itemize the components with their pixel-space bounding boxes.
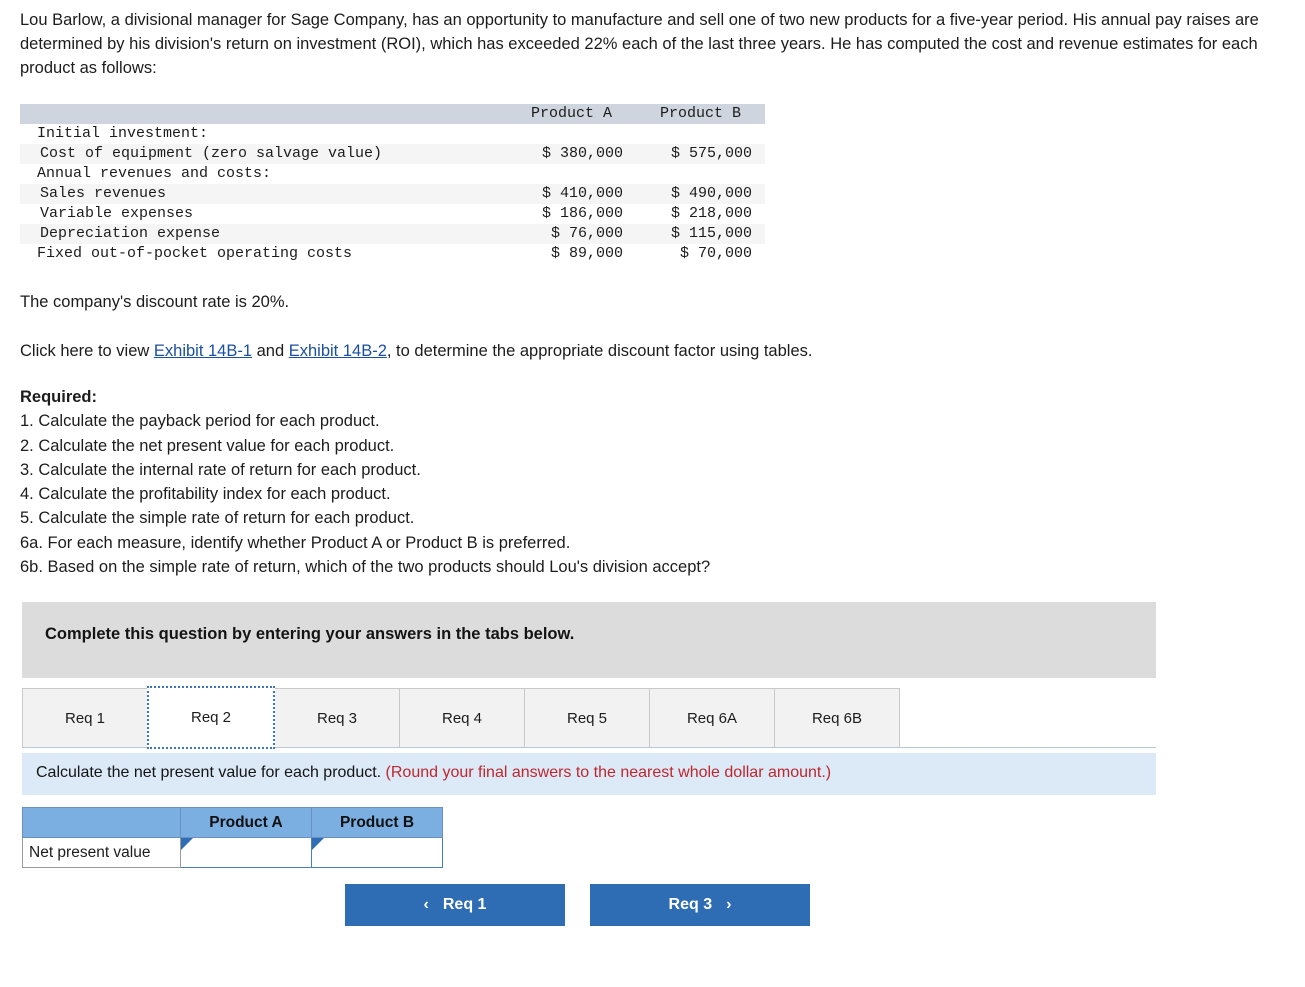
exhibit-reference-line: Click here to view Exhibit 14B-1 and Exh… [20, 339, 812, 363]
cell-marker-triangle-icon [312, 838, 324, 850]
answer-row-label: Net present value [22, 837, 181, 868]
npv-input-product-a[interactable] [180, 837, 312, 868]
tab-req-3[interactable]: Req 3 [274, 688, 400, 747]
answer-table-header-row: Product A Product B [22, 807, 443, 838]
prev-req-label: Req 1 [442, 896, 487, 913]
row-label: Fixed out-of-pocket operating costs [37, 245, 353, 262]
requirement-item-2: 2. Calculate the net present value for e… [20, 436, 395, 455]
table-row: Variable expenses $ 186,000 $ 218,000 [20, 204, 765, 224]
exhibit-14b-2-link[interactable]: Exhibit 14B-2 [289, 342, 387, 360]
row-value-a [507, 164, 636, 184]
tab-req-6a[interactable]: Req 6A [649, 688, 775, 747]
row-label: Variable expenses [40, 205, 194, 222]
row-label: Cost of equipment (zero salvage value) [20, 144, 507, 164]
row-value-b: $ 115,000 [636, 224, 765, 244]
requirement-item-6b: 6b. Based on the simple rate of return, … [20, 558, 711, 577]
required-heading: Required: [20, 388, 98, 406]
next-req-button[interactable]: Req 3 › [590, 884, 810, 926]
row-value-a: $ 410,000 [507, 184, 636, 204]
exhibit-text-middle: and [252, 342, 289, 360]
instruction-rounding-note: (Round your final answers to the nearest… [385, 764, 832, 781]
table-row: Cost of equipment (zero salvage value) $… [20, 144, 765, 164]
table-row: Depreciation expense $ 76,000 $ 115,000 [20, 224, 765, 244]
row-value-b: $ 490,000 [636, 184, 765, 204]
table-row: Initial investment: [20, 124, 765, 144]
row-value-a: $ 186,000 [541, 205, 623, 222]
instruction-bar: Calculate the net present value for each… [22, 753, 1156, 795]
tab-label: Req 4 [441, 709, 483, 727]
table-row: Sales revenues $ 410,000 $ 490,000 [20, 184, 765, 204]
table-row: Net present value [22, 837, 443, 868]
discount-rate-line: The company's discount rate is 20%. [20, 293, 290, 311]
tab-label: Req 3 [316, 709, 358, 727]
table-row: Fixed out-of-pocket operating costs $ 89… [20, 244, 765, 264]
next-req-label: Req 3 [668, 896, 713, 913]
answer-header-product-a: Product A [180, 807, 312, 838]
answer-header-product-b: Product B [311, 807, 443, 838]
exhibit-text-after: , to determine the appropriate discount … [386, 342, 813, 360]
instruction-text: Calculate the net present value for each… [36, 764, 386, 781]
row-value-b: $ 575,000 [636, 144, 765, 164]
tab-label: Req 1 [64, 709, 106, 727]
tab-label: Req 5 [566, 709, 608, 727]
row-value-b [636, 164, 765, 184]
tab-label: Req 6A [686, 709, 738, 727]
complete-question-banner: Complete this question by entering your … [22, 602, 1156, 678]
data-header-blank [20, 104, 507, 124]
requirement-item-3: 3. Calculate the internal rate of return… [20, 460, 421, 479]
requirement-item-5: 5. Calculate the simple rate of return f… [20, 509, 415, 528]
tab-req-5[interactable]: Req 5 [524, 688, 650, 747]
data-header-product-a: Product A [507, 104, 636, 124]
row-value-a: $ 76,000 [507, 224, 636, 244]
npv-input-product-b[interactable] [311, 837, 443, 868]
tab-label: Req 2 [190, 709, 232, 726]
cost-revenue-data-table: Product A Product B Initial investment: … [20, 104, 765, 264]
tab-req-6b[interactable]: Req 6B [774, 688, 900, 747]
row-value-b: $ 218,000 [670, 205, 752, 222]
chevron-right-icon: › [726, 896, 732, 913]
tab-req-1[interactable]: Req 1 [22, 688, 148, 747]
data-table-header-row: Product A Product B [20, 104, 765, 124]
row-value-a: $ 380,000 [507, 144, 636, 164]
row-label: Depreciation expense [20, 224, 507, 244]
tab-label: Req 6B [811, 709, 863, 727]
requirement-tabs: Req 1 Req 2 Req 3 Req 4 Req 5 Req 6A Req… [22, 686, 1156, 749]
chevron-left-icon: ‹ [423, 896, 429, 913]
data-header-product-b: Product B [636, 104, 765, 124]
table-row: Annual revenues and costs: [20, 164, 765, 184]
exhibit-text-before: Click here to view [20, 342, 154, 360]
requirement-item-4: 4. Calculate the profitability index for… [20, 485, 391, 504]
row-label: Initial investment: [37, 125, 209, 142]
row-label: Annual revenues and costs: [37, 165, 272, 182]
prev-req-button[interactable]: ‹ Req 1 [345, 884, 565, 926]
row-value-b [636, 124, 765, 144]
requirement-item-1: 1. Calculate the payback period for each… [20, 412, 380, 431]
answer-entry-table: Product A Product B Net present value [22, 807, 443, 868]
instruction-text-wrapper: Calculate the net present value for each… [36, 764, 831, 782]
exhibit-14b-1-link[interactable]: Exhibit 14B-1 [154, 342, 252, 360]
problem-intro-paragraph: Lou Barlow, a divisional manager for Sag… [20, 11, 1259, 77]
row-value-a: $ 89,000 [550, 245, 623, 262]
tab-req-2[interactable]: Req 2 [147, 686, 275, 749]
answer-header-blank [22, 807, 181, 838]
complete-question-text: Complete this question by entering your … [45, 625, 575, 643]
row-value-b: $ 70,000 [679, 245, 752, 262]
row-value-a [507, 124, 636, 144]
tab-req-4[interactable]: Req 4 [399, 688, 525, 747]
cell-marker-triangle-icon [181, 838, 193, 850]
required-block: Required: 1. Calculate the payback perio… [20, 385, 710, 579]
row-label: Sales revenues [20, 184, 507, 204]
requirement-item-6a: 6a. For each measure, identify whether P… [20, 533, 571, 552]
